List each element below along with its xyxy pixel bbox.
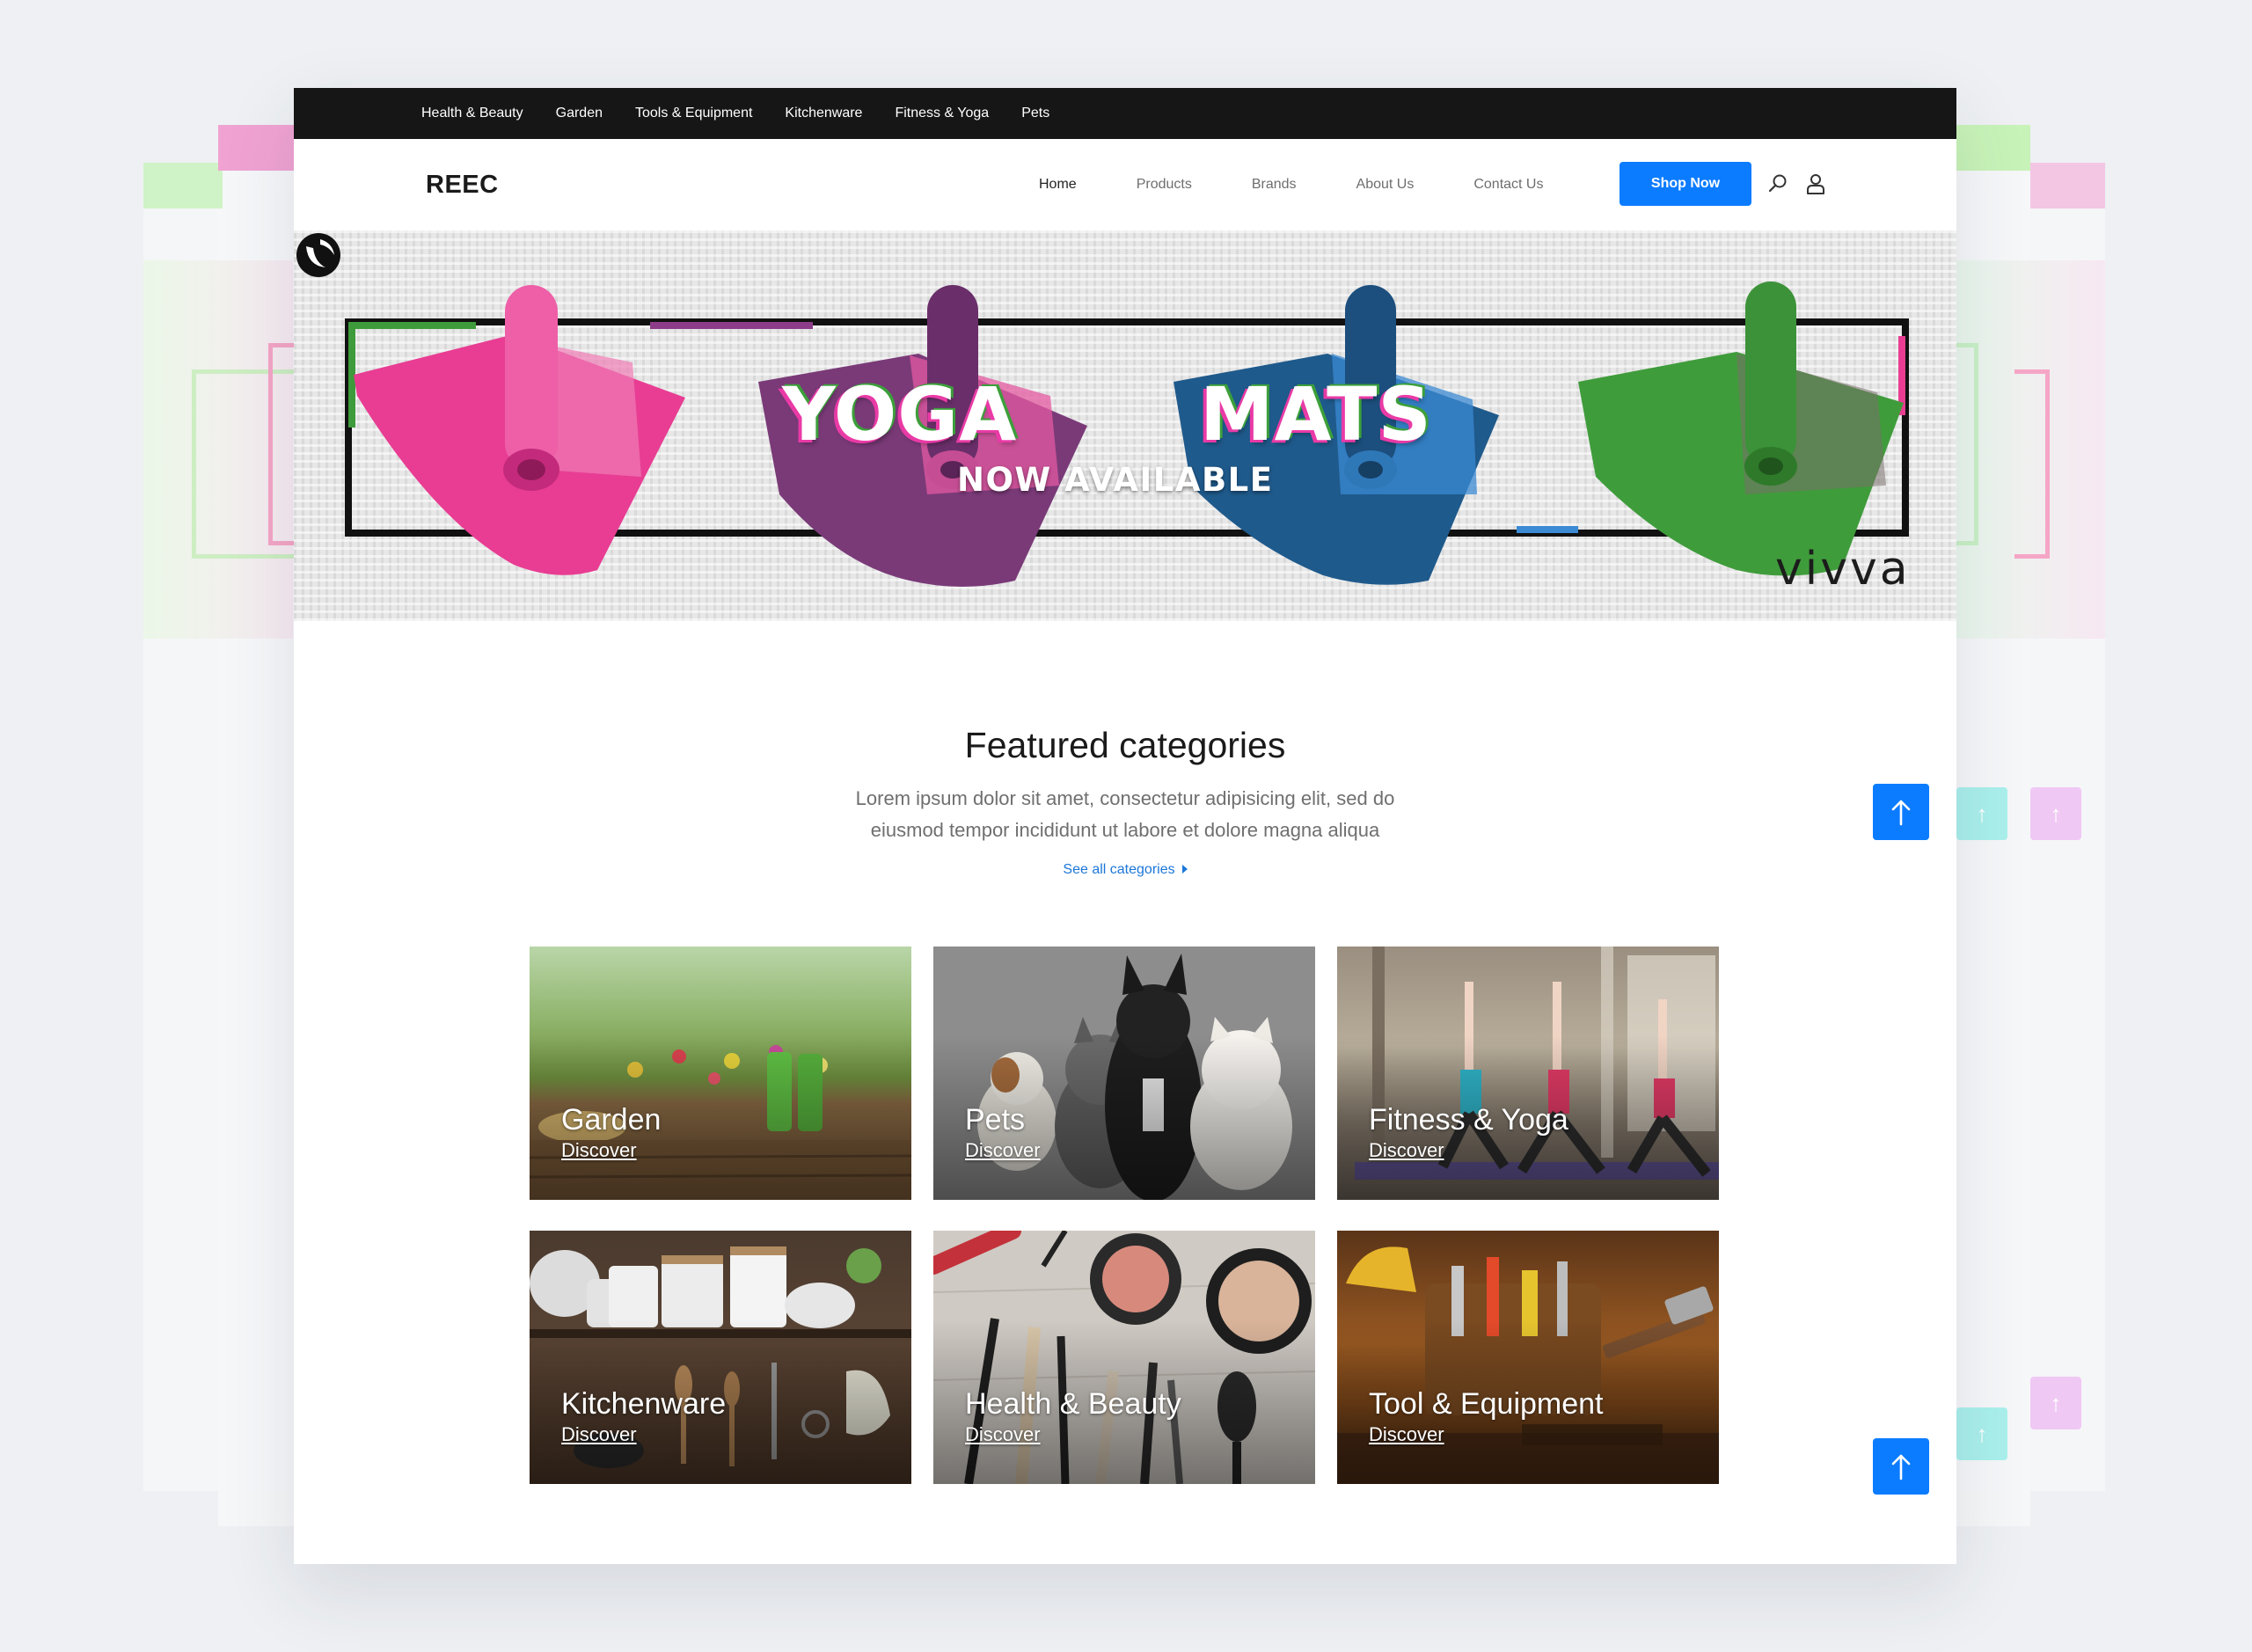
nav-contact[interactable]: Contact Us bbox=[1473, 177, 1543, 193]
scroll-top-button[interactable] bbox=[1873, 1438, 1929, 1495]
nav-products[interactable]: Products bbox=[1137, 177, 1192, 193]
ghost-strip bbox=[143, 163, 223, 208]
category-name: Pets bbox=[965, 1103, 1026, 1137]
top-category-kitchenware[interactable]: Kitchenware bbox=[785, 106, 862, 121]
see-all-categories-link[interactable]: See all categories bbox=[294, 862, 1956, 878]
category-name: Fitness & Yoga bbox=[1369, 1103, 1568, 1137]
see-all-label: See all categories bbox=[1063, 862, 1175, 877]
discover-link[interactable]: Discover bbox=[1369, 1423, 1444, 1446]
ghost-strip bbox=[1956, 125, 2030, 171]
vivva-logo-icon bbox=[296, 233, 340, 277]
ghost-scroll-button: ↑ bbox=[1956, 1407, 2007, 1460]
nav-links: Home Products Brands About Us Contact Us bbox=[1039, 139, 1603, 230]
ghost-frame bbox=[1956, 343, 1978, 545]
hero-title-word2: MATS bbox=[1200, 371, 1432, 457]
category-card-pets[interactable]: Pets Discover bbox=[933, 947, 1315, 1200]
ghost-strip bbox=[2030, 163, 2105, 208]
nav-about[interactable]: About Us bbox=[1356, 177, 1415, 193]
top-category-tools[interactable]: Tools & Equipment bbox=[635, 106, 752, 121]
featured-description-line: Lorem ipsum dolor sit amet, consectetur … bbox=[855, 787, 1395, 809]
discover-link[interactable]: Discover bbox=[561, 1139, 637, 1162]
caret-right-icon bbox=[1181, 865, 1188, 874]
category-card-fitness-yoga[interactable]: Fitness & Yoga Discover bbox=[1337, 947, 1719, 1200]
nav-home[interactable]: Home bbox=[1039, 177, 1077, 193]
hero-banner[interactable]: YOGA MATS NOW AVAILABLE vivva bbox=[294, 230, 1956, 621]
hero-subtitle: NOW AVAILABLE bbox=[957, 461, 1274, 499]
top-category-health-beauty[interactable]: Health & Beauty bbox=[421, 106, 523, 121]
category-name: Kitchenware bbox=[561, 1387, 727, 1421]
arrow-up-icon bbox=[1891, 1454, 1911, 1480]
category-name: Tool & Equipment bbox=[1369, 1387, 1604, 1421]
discover-link[interactable]: Discover bbox=[965, 1423, 1041, 1446]
nav-brands[interactable]: Brands bbox=[1252, 177, 1297, 193]
brand-logo[interactable]: REEC bbox=[426, 171, 499, 200]
hero-title-word1: YOGA bbox=[782, 371, 1018, 457]
featured-description-line: eiusmod tempor incididunt ut labore et d… bbox=[870, 819, 1380, 841]
discover-link[interactable]: Discover bbox=[1369, 1139, 1444, 1162]
ghost-scroll-button: ↑ bbox=[1956, 787, 2007, 840]
top-category-pets[interactable]: Pets bbox=[1021, 106, 1049, 121]
discover-link[interactable]: Discover bbox=[561, 1423, 637, 1446]
category-card-health-beauty[interactable]: Health & Beauty Discover bbox=[933, 1231, 1315, 1484]
top-category-fitness[interactable]: Fitness & Yoga bbox=[895, 106, 989, 121]
category-top-bar: Health & Beauty Garden Tools & Equipment… bbox=[294, 88, 1956, 139]
main-navbar: REEC Home Products Brands About Us Conta… bbox=[294, 139, 1956, 230]
category-card-kitchenware[interactable]: Kitchenware Discover bbox=[530, 1231, 911, 1484]
scroll-top-button[interactable] bbox=[1873, 784, 1929, 840]
user-icon[interactable] bbox=[1804, 172, 1827, 195]
arrow-up-icon bbox=[1891, 800, 1911, 826]
ghost-frame bbox=[2014, 369, 2050, 559]
discover-link[interactable]: Discover bbox=[965, 1139, 1041, 1162]
hero-brand-name: vivva bbox=[1775, 543, 1911, 596]
featured-description: Lorem ipsum dolor sit amet, consectetur … bbox=[294, 783, 1956, 846]
search-icon[interactable] bbox=[1766, 172, 1789, 195]
website-page: Health & Beauty Garden Tools & Equipment… bbox=[294, 88, 1956, 1564]
shop-now-button[interactable]: Shop Now bbox=[1620, 162, 1751, 206]
ghost-scroll-button: ↑ bbox=[2030, 1377, 2081, 1429]
category-name: Garden bbox=[561, 1103, 662, 1137]
category-card-tool-equipment[interactable]: Tool & Equipment Discover bbox=[1337, 1231, 1719, 1484]
top-category-garden[interactable]: Garden bbox=[556, 106, 603, 121]
featured-title: Featured categories bbox=[964, 725, 1286, 765]
category-card-garden[interactable]: Garden Discover bbox=[530, 947, 911, 1200]
ghost-strip bbox=[218, 125, 294, 171]
hero-artwork bbox=[345, 281, 1909, 587]
ghost-scroll-button: ↑ bbox=[2030, 787, 2081, 840]
category-name: Health & Beauty bbox=[965, 1387, 1181, 1421]
